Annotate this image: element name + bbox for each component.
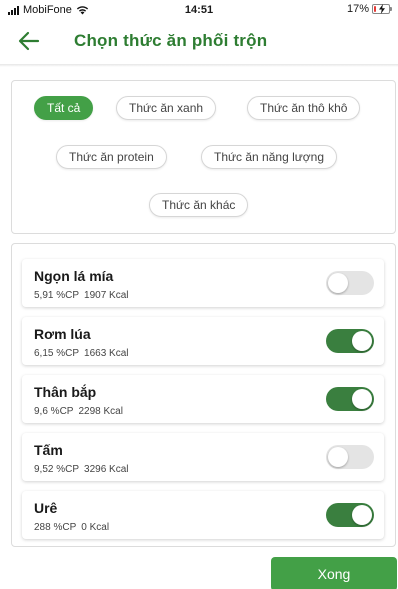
filter-chip-protein[interactable]: Thức ăn protein xyxy=(56,145,167,169)
filter-chip-other[interactable]: Thức ăn khác xyxy=(149,193,249,217)
food-kcal: 1907 Kcal xyxy=(84,290,129,301)
food-nutrition: 9,6 %CP 2298 Kcal xyxy=(34,406,123,417)
toggle-knob xyxy=(352,389,372,409)
status-bar: MobiFone 14:51 17% xyxy=(0,0,398,22)
status-right: 17% xyxy=(346,3,392,15)
toggle-knob xyxy=(328,447,348,467)
food-cp: 5,91 %CP xyxy=(34,290,80,301)
food-cp: 6,15 %CP xyxy=(34,348,80,359)
food-item: Urê 288 %CP 0 Kcal xyxy=(22,491,384,539)
done-button[interactable]: Xong xyxy=(271,557,397,589)
toggle-knob xyxy=(352,331,372,351)
food-name: Thân bắp xyxy=(34,384,97,400)
food-item: Rơm lúa 6,15 %CP 1663 Kcal xyxy=(22,317,384,365)
food-cp: 9,6 %CP xyxy=(34,406,74,417)
food-nutrition: 6,15 %CP 1663 Kcal xyxy=(34,348,129,359)
battery-icon xyxy=(372,4,392,14)
food-cp: 9,52 %CP xyxy=(34,464,80,475)
filter-chip-green-feed[interactable]: Thức ăn xanh xyxy=(116,96,217,120)
food-kcal: 2298 Kcal xyxy=(78,406,123,417)
page-title: Chọn thức ăn phối trộn xyxy=(74,31,268,50)
food-item: Tấm 9,52 %CP 3296 Kcal xyxy=(22,433,384,481)
food-item: Thân bắp 9,6 %CP 2298 Kcal xyxy=(22,375,384,423)
food-nutrition: 5,91 %CP 1907 Kcal xyxy=(34,290,129,301)
battery-percent: 17% xyxy=(346,3,369,15)
food-select-toggle[interactable] xyxy=(326,329,374,353)
food-name: Rơm lúa xyxy=(34,326,91,342)
filter-panel: Tất cả Thức ăn xanh Thức ăn thô khô Thức… xyxy=(11,80,396,234)
header-divider xyxy=(0,64,398,67)
food-kcal: 1663 Kcal xyxy=(84,348,129,359)
food-list: Ngọn lá mía 5,91 %CP 1907 Kcal Rơm lúa 6,… xyxy=(11,243,396,547)
food-item: Ngọn lá mía 5,91 %CP 1907 Kcal xyxy=(22,259,384,307)
toggle-knob xyxy=(328,273,348,293)
food-kcal: 3296 Kcal xyxy=(84,464,129,475)
food-cp: 288 %CP xyxy=(34,522,77,533)
app-header: Chọn thức ăn phối trộn xyxy=(0,22,398,62)
food-name: Ngọn lá mía xyxy=(34,268,114,284)
food-kcal: 0 Kcal xyxy=(81,522,110,533)
food-name: Urê xyxy=(34,500,58,516)
food-select-toggle[interactable] xyxy=(326,387,374,411)
food-select-toggle[interactable] xyxy=(326,271,374,295)
arrow-left-icon[interactable] xyxy=(18,31,40,51)
food-select-toggle[interactable] xyxy=(326,445,374,469)
filter-chip-energy[interactable]: Thức ăn năng lượng xyxy=(201,145,337,169)
filter-chip-all[interactable]: Tất cả xyxy=(34,96,94,120)
food-nutrition: 288 %CP 0 Kcal xyxy=(34,522,109,533)
toggle-knob xyxy=(352,505,372,525)
food-nutrition: 9,52 %CP 3296 Kcal xyxy=(34,464,129,475)
food-name: Tấm xyxy=(34,442,63,458)
filter-chip-dry-roughage[interactable]: Thức ăn thô khô xyxy=(247,96,361,120)
food-select-toggle[interactable] xyxy=(326,503,374,527)
status-time: 14:51 xyxy=(184,4,214,16)
